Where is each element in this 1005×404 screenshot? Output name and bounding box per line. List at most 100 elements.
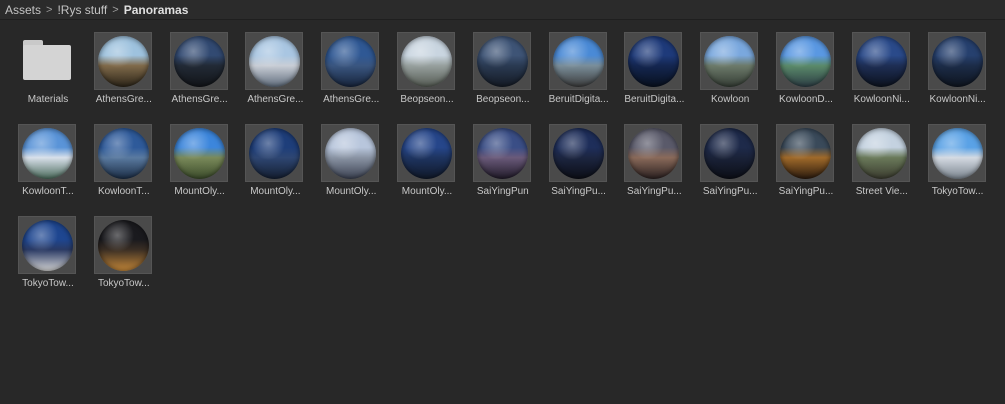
asset-item[interactable]: KowloonD... [772, 30, 840, 116]
asset-item[interactable]: MountOly... [241, 122, 309, 208]
asset-label: Beopseon... [476, 94, 530, 105]
asset-label: MountOly... [401, 186, 453, 197]
panorama-sphere-icon [931, 36, 983, 87]
panorama-thumbnail [548, 124, 607, 182]
asset-item[interactable]: KowloonNi... [924, 30, 992, 116]
panorama-thumbnail [776, 124, 834, 182]
panorama-thumbnail [548, 32, 607, 90]
asset-item[interactable]: BeruitDigita... [545, 30, 613, 116]
asset-item[interactable]: AthensGre... [241, 30, 309, 116]
asset-item[interactable]: MountOly... [393, 122, 461, 208]
asset-item[interactable]: TokyoTow... [14, 214, 82, 300]
asset-item[interactable]: Beopseon... [469, 30, 537, 116]
asset-item[interactable]: Kowloon [696, 30, 764, 116]
panorama-thumbnail [169, 124, 228, 182]
asset-label: SaiYingPu... [778, 186, 834, 197]
panorama-thumbnail [93, 32, 152, 90]
panorama-sphere-icon [401, 36, 452, 87]
asset-item[interactable]: KowloonNi... [848, 30, 916, 116]
asset-item[interactable]: SaiYingPu... [545, 122, 613, 208]
panorama-sphere-icon [704, 36, 756, 87]
panorama-thumbnail [700, 124, 759, 182]
asset-label: SaiYingPu... [627, 186, 682, 197]
asset-item[interactable]: Beopseon... [393, 30, 461, 116]
panorama-sphere-icon [249, 36, 301, 87]
panorama-thumbnail [851, 32, 910, 90]
panorama-thumbnail [18, 216, 76, 274]
asset-item[interactable]: MountOly... [317, 122, 385, 208]
asset-item[interactable]: TokyoTow... [90, 214, 158, 300]
panorama-thumbnail [321, 32, 380, 90]
breadcrumb-item-panoramas[interactable]: Panoramas [124, 3, 189, 17]
asset-item[interactable]: AthensGre... [90, 30, 158, 116]
panorama-thumbnail [472, 124, 531, 182]
asset-item[interactable]: SaiYingPu... [696, 122, 764, 208]
asset-item[interactable]: Street Vie... [848, 122, 916, 208]
panorama-sphere-icon [780, 36, 831, 87]
panorama-sphere-icon [931, 128, 983, 179]
panorama-sphere-icon [173, 36, 225, 87]
panorama-sphere-icon [628, 36, 680, 87]
asset-item[interactable]: KowloonT... [90, 122, 158, 208]
asset-label: SaiYingPu... [551, 186, 606, 197]
breadcrumb: Assets > !Rys stuff > Panoramas [0, 0, 1005, 20]
asset-label: KowloonNi... [929, 94, 986, 105]
asset-label: AthensGre... [95, 94, 152, 105]
asset-label: SaiYingPu... [702, 186, 758, 197]
breadcrumb-item-assets[interactable]: Assets [5, 3, 41, 17]
panorama-thumbnail [624, 124, 683, 182]
panorama-sphere-icon [325, 36, 377, 87]
panorama-sphere-icon [855, 36, 907, 87]
panorama-thumbnail [927, 124, 986, 182]
panorama-thumbnail [624, 32, 683, 90]
panorama-thumbnail [851, 124, 910, 182]
asset-label: TokyoTow... [97, 278, 150, 289]
asset-item[interactable]: SaiYingPun [469, 122, 537, 208]
folder-icon [23, 40, 71, 80]
panorama-sphere-icon [22, 128, 73, 179]
breadcrumb-item-rys-stuff[interactable]: !Rys stuff [57, 3, 107, 17]
panorama-sphere-icon [552, 36, 604, 87]
asset-label: TokyoTow... [931, 186, 984, 197]
asset-item[interactable]: SaiYingPu... [772, 122, 840, 208]
asset-item[interactable]: AthensGre... [317, 30, 385, 116]
panorama-sphere-icon [401, 128, 452, 179]
asset-item[interactable]: MountOly... [166, 122, 234, 208]
asset-item[interactable]: AthensGre... [166, 30, 234, 116]
asset-item[interactable]: KowloonT... [14, 122, 82, 208]
panorama-sphere-icon [97, 128, 149, 179]
asset-label: TokyoTow... [22, 278, 74, 289]
panorama-sphere-icon [22, 220, 73, 271]
panorama-thumbnail [321, 124, 380, 182]
asset-label: KowloonD... [779, 94, 833, 105]
asset-label: MountOly... [325, 186, 377, 197]
panorama-thumbnail [93, 216, 152, 274]
asset-label: MountOly... [174, 186, 225, 197]
panorama-thumbnail [700, 32, 759, 90]
asset-label: MountOly... [250, 186, 301, 197]
asset-label: BeruitDigita... [624, 94, 685, 105]
asset-item[interactable]: BeruitDigita... [620, 30, 688, 116]
panorama-sphere-icon [325, 128, 377, 179]
panorama-thumbnail [93, 124, 152, 182]
asset-label: KowloonT... [97, 186, 150, 197]
panorama-thumbnail [245, 32, 304, 90]
panorama-thumbnail [472, 32, 531, 90]
asset-label: BeruitDigita... [548, 94, 609, 105]
panorama-sphere-icon [476, 128, 528, 179]
asset-label: Street Vie... [855, 186, 908, 197]
asset-label: Beopseon... [400, 94, 454, 105]
chevron-right-icon: > [112, 3, 119, 16]
panorama-thumbnail [245, 124, 304, 182]
panorama-sphere-icon [173, 128, 225, 179]
panorama-thumbnail [397, 32, 455, 90]
panorama-sphere-icon [855, 128, 907, 179]
asset-item[interactable]: TokyoTow... [924, 122, 992, 208]
asset-item[interactable]: SaiYingPu... [620, 122, 688, 208]
asset-label: AthensGre... [171, 94, 228, 105]
asset-label: AthensGre... [247, 94, 304, 105]
panorama-thumbnail [169, 32, 228, 90]
panorama-sphere-icon [476, 36, 528, 87]
folder-item[interactable]: Materials [14, 30, 82, 116]
asset-label: Materials [27, 94, 69, 105]
